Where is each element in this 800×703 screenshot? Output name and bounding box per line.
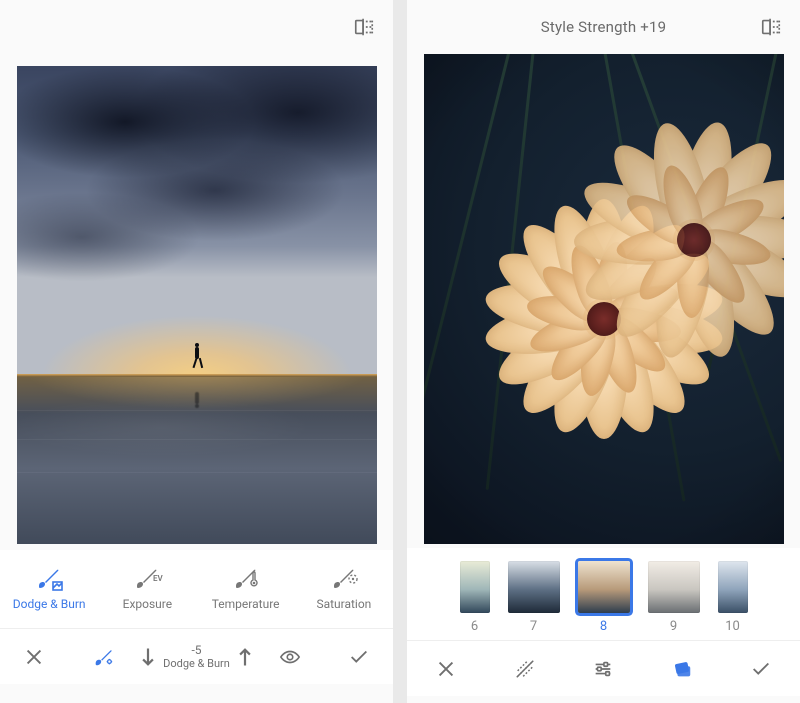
style-thumb[interactable]: 7 bbox=[508, 561, 560, 634]
apply-button[interactable] bbox=[721, 658, 800, 680]
tool-label: Dodge & Burn bbox=[13, 597, 86, 611]
action-bar bbox=[407, 640, 800, 696]
compare-icon[interactable] bbox=[353, 16, 375, 38]
compare-icon[interactable] bbox=[760, 16, 782, 38]
style-thumb[interactable]: 6 bbox=[460, 561, 490, 634]
style-swatch bbox=[648, 561, 700, 613]
cancel-button[interactable] bbox=[0, 646, 69, 668]
value-stepper[interactable]: -5 Dodge & Burn bbox=[137, 644, 256, 669]
style-thumb[interactable]: 9 bbox=[648, 561, 700, 634]
stepper-label: Dodge & Burn bbox=[163, 658, 230, 669]
tool-saturation[interactable]: Saturation bbox=[295, 550, 393, 628]
topbar bbox=[0, 0, 393, 54]
style-swatch bbox=[718, 561, 748, 613]
style-swatch bbox=[460, 561, 490, 613]
arrow-down-icon bbox=[137, 646, 159, 668]
brush-icon bbox=[232, 567, 260, 591]
style-thumb[interactable]: 10 bbox=[718, 561, 748, 634]
style-swatch bbox=[578, 561, 630, 613]
cancel-button[interactable] bbox=[407, 658, 486, 680]
topbar: Style Strength +19 bbox=[407, 0, 800, 54]
image-canvas[interactable] bbox=[0, 54, 393, 550]
stepper-readout: -5 Dodge & Burn bbox=[163, 644, 230, 669]
stepper-value: -5 bbox=[191, 644, 201, 656]
tune-button[interactable] bbox=[564, 658, 643, 680]
tool-label: Saturation bbox=[316, 597, 371, 611]
brush-icon bbox=[330, 567, 358, 591]
brush-icon: EV bbox=[133, 567, 161, 591]
tool-temperature[interactable]: Temperature bbox=[197, 550, 295, 628]
texture-button[interactable] bbox=[486, 658, 565, 680]
tool-label: Exposure bbox=[123, 597, 172, 611]
action-bar: -5 Dodge & Burn bbox=[0, 628, 393, 684]
brush-tool-row: Dodge & Burn EV Exposure Tem bbox=[0, 550, 393, 628]
tool-label: Temperature bbox=[212, 597, 280, 611]
apply-button[interactable] bbox=[324, 646, 393, 668]
styles-button[interactable] bbox=[643, 658, 722, 680]
edited-image bbox=[17, 66, 377, 544]
style-label: 6 bbox=[471, 619, 478, 634]
style-label: 7 bbox=[530, 619, 537, 634]
style-thumb-strip[interactable]: 6 7 8 9 10 bbox=[407, 548, 800, 640]
arrow-up-icon bbox=[234, 646, 256, 668]
edited-image bbox=[424, 54, 784, 544]
image-canvas[interactable] bbox=[407, 54, 800, 548]
brush-mode-button[interactable] bbox=[69, 646, 138, 668]
brush-icon bbox=[35, 567, 63, 591]
screen-style-editor: Style Strength +19 6 bbox=[407, 0, 800, 703]
tool-dodge-burn[interactable]: Dodge & Burn bbox=[0, 550, 98, 628]
style-label: 8 bbox=[600, 619, 607, 634]
mask-preview-button[interactable] bbox=[256, 646, 325, 668]
svg-text:EV: EV bbox=[153, 574, 164, 583]
tool-exposure[interactable]: EV Exposure bbox=[98, 550, 196, 628]
style-swatch bbox=[508, 561, 560, 613]
style-label: 10 bbox=[725, 619, 740, 634]
topbar-title: Style Strength +19 bbox=[541, 18, 667, 36]
style-thumb[interactable]: 8 bbox=[578, 561, 630, 634]
screen-brush-editor: Dodge & Burn EV Exposure Tem bbox=[0, 0, 393, 703]
style-label: 9 bbox=[670, 619, 677, 634]
